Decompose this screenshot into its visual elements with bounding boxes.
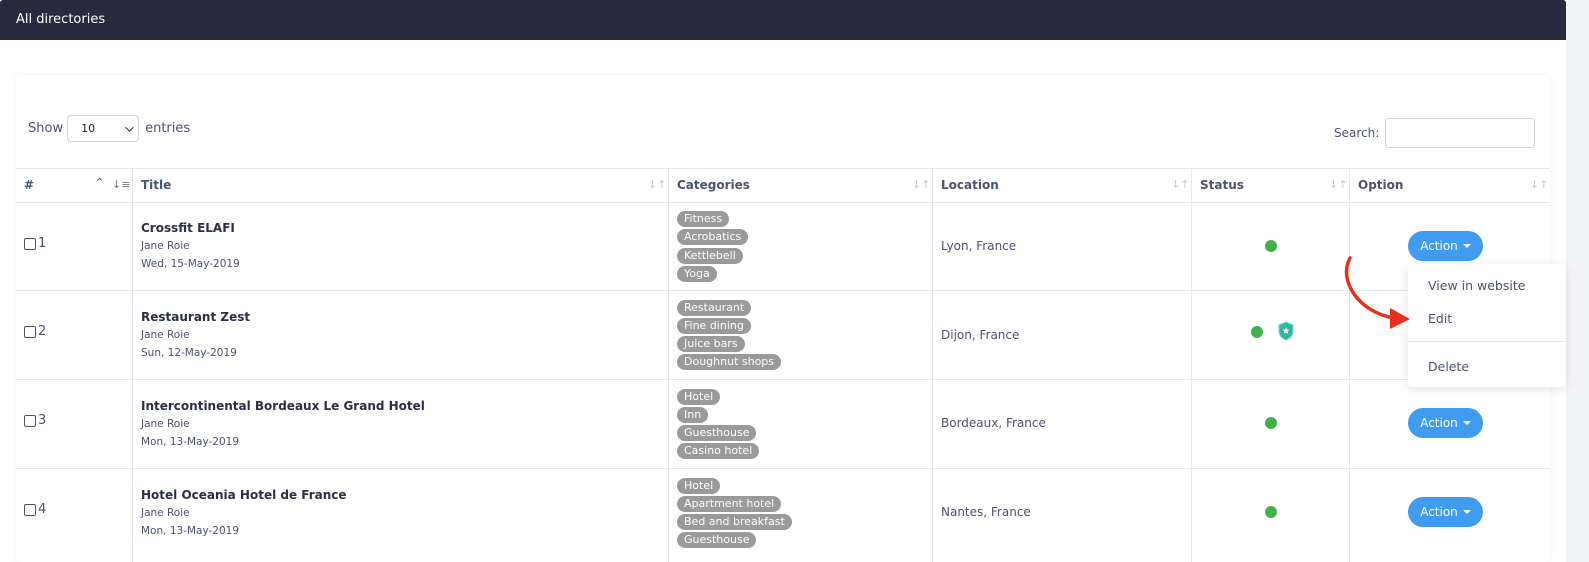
listing-author: Jane Roie — [141, 329, 190, 341]
category-tag: Apartment hotel — [677, 496, 782, 512]
sort-icon[interactable]: ↓↑ — [912, 178, 930, 191]
row-divider — [16, 468, 1550, 469]
listing-location: Nantes, France — [941, 505, 1031, 519]
listing-location: Bordeaux, France — [941, 416, 1046, 430]
red-curved-arrow-icon — [1344, 256, 1410, 329]
menu-divider — [1408, 341, 1566, 342]
menu-item-view-website[interactable]: View in website — [1428, 278, 1525, 293]
category-tag: Fine dining — [677, 318, 751, 334]
show-entries-control: Show 10 entries — [28, 115, 190, 142]
row-divider — [16, 379, 1550, 380]
sort-icon[interactable]: ↓↑ — [1171, 178, 1189, 191]
search-label: Search: — [1334, 126, 1380, 140]
listing-date: Mon, 13-May-2019 — [141, 436, 239, 448]
status-dot-icon — [1265, 240, 1277, 252]
table-row-number: 4 — [24, 502, 46, 517]
entries-select[interactable]: 10 — [67, 115, 140, 142]
column-divider — [668, 168, 669, 562]
listing-author: Jane Roie — [141, 240, 190, 252]
table-row-number: 3 — [24, 413, 46, 428]
action-dropdown-menu: View in website Edit Delete — [1408, 264, 1566, 387]
show-label: Show — [28, 121, 64, 136]
caret-down-icon — [1462, 244, 1471, 248]
table-border — [16, 168, 1550, 169]
sort-icon[interactable]: ↓↑ — [1329, 178, 1347, 191]
listing-date: Wed, 15-May-2019 — [141, 258, 240, 270]
shield-star-icon — [1278, 321, 1294, 341]
listing-title[interactable]: Intercontinental Bordeaux Le Grand Hotel — [141, 399, 425, 413]
listing-title[interactable]: Crossfit ELAFI — [141, 221, 235, 235]
category-tag: Doughnut shops — [677, 354, 782, 370]
listing-author: Jane Roie — [141, 507, 190, 519]
listing-author: Jane Roie — [141, 418, 190, 430]
caret-down-icon — [1462, 421, 1471, 425]
row-checkbox[interactable] — [24, 414, 36, 427]
table-row-number: 2 — [24, 324, 46, 339]
category-tag: Restaurant — [677, 300, 752, 316]
page-title: All directories — [16, 12, 106, 27]
category-tag: Guesthouse — [677, 532, 757, 548]
column-divider — [132, 168, 133, 562]
category-tag: Guesthouse — [677, 425, 757, 441]
column-header-status[interactable]: Status — [1200, 178, 1244, 192]
listing-location: Dijon, France — [941, 328, 1020, 342]
row-divider — [16, 290, 1550, 291]
listing-date: Sun, 12-May-2019 — [141, 347, 237, 359]
category-tag: Hotel — [677, 478, 721, 494]
status-dot-icon — [1251, 326, 1263, 338]
category-tag: Yoga — [677, 266, 717, 282]
column-header-title[interactable]: Title — [141, 178, 171, 192]
action-button[interactable]: Action — [1408, 408, 1483, 438]
category-tag: Inn — [677, 407, 709, 423]
page-header: All directories — [0, 0, 1566, 40]
search-input[interactable] — [1385, 118, 1536, 148]
sort-icon[interactable]: ↓↑ — [1530, 178, 1548, 191]
action-button[interactable]: Action — [1408, 497, 1483, 527]
menu-item-delete[interactable]: Delete — [1428, 359, 1469, 374]
listing-location: Lyon, France — [941, 239, 1017, 253]
listing-date: Mon, 13-May-2019 — [141, 525, 239, 537]
category-tag: Fitness — [677, 211, 730, 227]
listing-title[interactable]: Restaurant Zest — [141, 310, 250, 324]
chevron-down-icon — [125, 122, 134, 132]
table-row-number: 1 — [24, 236, 46, 251]
column-divider — [1191, 168, 1192, 562]
row-checkbox[interactable] — [24, 237, 36, 250]
column-divider — [1349, 168, 1350, 562]
column-header-location[interactable]: Location — [941, 178, 999, 192]
sort-icon[interactable]: ↓↑ — [648, 178, 666, 191]
caret-down-icon — [1462, 510, 1471, 514]
listing-title[interactable]: Hotel Oceania Hotel de France — [141, 488, 347, 502]
entries-label: entries — [145, 121, 191, 136]
status-dot-icon — [1265, 417, 1277, 429]
category-tag: Acrobatics — [677, 229, 749, 245]
row-checkbox[interactable] — [24, 503, 36, 516]
column-header-categories[interactable]: Categories — [677, 178, 750, 192]
category-tag: Hotel — [677, 389, 721, 405]
category-tag: Juice bars — [677, 336, 745, 352]
menu-item-edit[interactable]: Edit — [1428, 311, 1452, 326]
category-tag: Bed and breakfast — [677, 514, 792, 530]
sort-asc-icon[interactable]: ⌃ — [95, 176, 104, 189]
status-dot-icon — [1265, 506, 1277, 518]
entries-select-value: 10 — [81, 122, 96, 135]
column-header-number[interactable]: # — [24, 178, 34, 192]
category-tag: Kettlebell — [677, 248, 743, 264]
sort-icon[interactable]: ↓≡ — [112, 178, 130, 191]
row-checkbox[interactable] — [24, 325, 36, 338]
search-control: Search: — [1334, 118, 1536, 148]
category-tag: Casino hotel — [677, 443, 760, 459]
column-header-option[interactable]: Option — [1358, 178, 1403, 192]
column-divider — [932, 168, 933, 562]
table-header-border — [16, 202, 1550, 203]
